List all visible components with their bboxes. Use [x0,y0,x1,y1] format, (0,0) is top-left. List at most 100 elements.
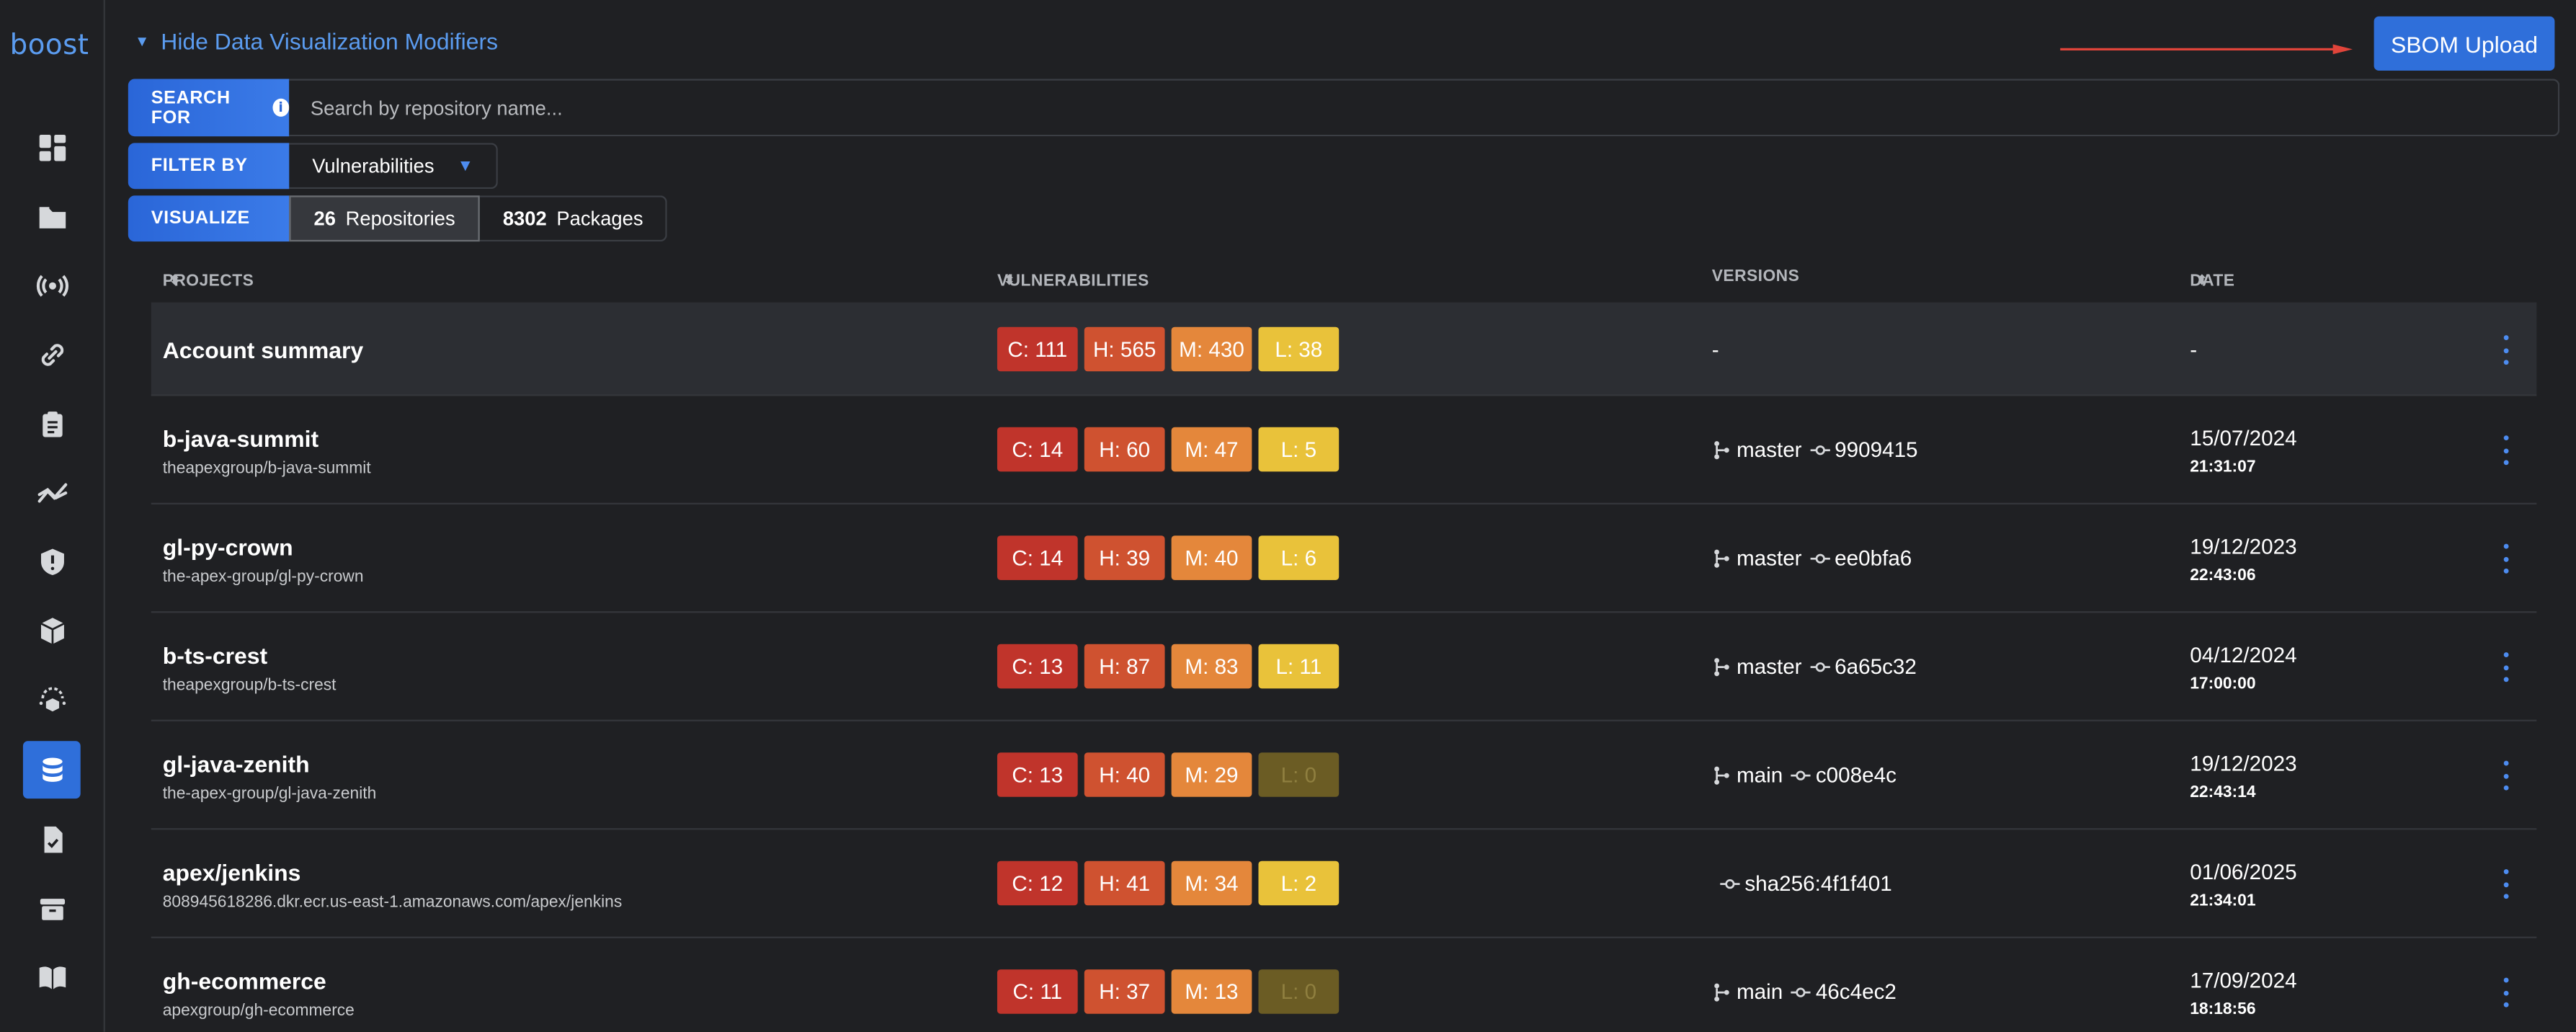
nav-folder[interactable] [23,187,81,245]
table-row[interactable]: b-ts-crest theapexgroup/b-ts-crest C: 13 H:… [151,613,2537,721]
search-for-label: SEARCH FOR i [128,79,290,137]
logo: boost [9,30,89,63]
nav-archive[interactable] [23,879,81,937]
project-path: the-apex-group/gl-py-crown [162,568,364,587]
nav-security[interactable] [23,533,81,590]
broadcast-icon [35,274,68,296]
project-name[interactable]: gl-java-zenith [163,751,310,777]
visualize-row: VISUALIZE 26 Repositories 8302 Packages [128,195,668,242]
badge-low: L: 38 [1258,326,1340,372]
sidebar: boost [0,0,105,1032]
nav-link[interactable] [23,325,81,383]
arrow-right-icon [2060,44,2353,55]
nav-packages[interactable] [23,601,81,659]
badge-high: H: 87 [1084,644,1165,689]
vulnerability-badges: C: 11 H: 37 M: 13 L: 0 [997,969,1340,1014]
nav-dashboard[interactable] [23,118,81,176]
table-row[interactable]: apex/jenkins 808945618286.dkr.ecr.us-east… [151,829,2537,938]
app-root: boost ▼ Hide Data Visualization Modifier… [0,0,2576,1032]
commit: 6a65c32 [1809,654,1917,679]
packages-count: 8302 [502,207,547,231]
row-menu-kebab-icon[interactable] [2497,977,2514,1007]
row-menu-kebab-icon[interactable] [2497,335,2514,365]
nav-trend[interactable] [23,463,81,521]
table-row[interactable]: b-java-summit theapexgroup/b-java-summit C… [151,396,2537,504]
search-field [289,79,2560,137]
badge-critical: C: 13 [997,644,1078,689]
badge-medium: M: 34 [1171,860,1252,906]
version: - [1711,337,1719,362]
nav-clipboard[interactable] [23,394,81,452]
badge-high: H: 60 [1084,427,1165,472]
project-name[interactable]: b-java-summit [163,426,318,452]
caret-down-icon: ▼ [457,156,474,175]
sort-icon: ⬍ [169,272,181,288]
badge-high: H: 565 [1084,326,1165,372]
time: 22:43:14 [2190,783,2256,802]
commit-hash: sha256:4f1f401 [1744,871,1892,896]
nav-database[interactable] [22,741,81,799]
commit-icon [1809,553,1830,563]
row-menu-kebab-icon[interactable] [2497,869,2514,899]
commit-hash: 46c4ec2 [1815,979,1897,1005]
nav-cloud[interactable] [23,670,81,728]
dashboard-icon [38,133,66,161]
branch: master [1712,654,1802,679]
row-menu-kebab-icon[interactable] [2497,760,2514,791]
vulnerability-badges: C: 14 H: 60 M: 47 L: 5 [997,427,1340,472]
branch-icon [1714,657,1729,676]
row-menu-kebab-icon[interactable] [2497,435,2514,466]
segment-packages[interactable]: 8302 Packages [479,195,668,242]
time: 21:31:07 [2190,458,2256,477]
version: main 46c4ec2 [1712,979,1897,1004]
badge-high: H: 41 [1084,860,1165,906]
row-menu-kebab-icon[interactable] [2497,543,2514,574]
commit: 46c4ec2 [1791,979,1897,1004]
project-name[interactable]: gl-py-crown [163,534,293,560]
badge-medium: M: 13 [1171,969,1252,1014]
commit-hash: c008e4c [1815,762,1897,788]
nav-docs[interactable] [23,948,81,1006]
repos-label: Repositories [345,207,455,231]
info-icon[interactable]: i [272,98,290,117]
table-row[interactable]: gl-java-zenith the-apex-group/gl-java-zen… [151,721,2537,830]
commit-hash: ee0bfa6 [1835,545,1912,571]
vulnerability-badges: C: 12 H: 41 M: 34 L: 2 [997,860,1340,906]
filter-row: FILTER BY Vulnerabilities ▼ [128,143,499,190]
badge-low: L: 11 [1258,644,1340,689]
badge-low: L: 2 [1258,860,1340,906]
commit-icon [1720,878,1740,889]
cloud-sync-icon [38,686,66,711]
date: 15/07/2024 [2190,425,2297,450]
table-row-summary[interactable]: Account summary C: 111 H: 565 M: 430 L: … [151,302,2537,396]
nav-broadcast[interactable] [23,257,81,314]
project-name[interactable]: gh-ecommerce [163,968,326,994]
col-vulnerabilities-label: VULNERABILITIES [997,272,1149,291]
branch-icon [1714,982,1729,1001]
trend-icon [37,482,67,502]
file-check-icon [43,825,62,853]
time: 18:18:56 [2190,1000,2256,1019]
segment-repositories[interactable]: 26 Repositories [289,195,480,242]
search-input[interactable] [289,94,2558,121]
badge-critical: C: 13 [997,752,1078,797]
hide-modifiers-toggle[interactable]: ▼ Hide Data Visualization Modifiers [135,28,498,54]
vulnerability-badges: C: 13 H: 40 M: 29 L: 0 [997,752,1340,797]
time: 17:00:00 [2190,675,2256,694]
filter-value: Vulnerabilities [312,154,434,178]
commit-hash: 6a65c32 [1835,654,1917,679]
commit-icon [1791,770,1811,780]
table-row[interactable]: gh-ecommerce apexgroup/gh-ecommerce C: 11 H… [151,938,2537,1032]
branch: main [1712,979,1783,1004]
row-menu-kebab-icon[interactable] [2497,652,2514,682]
filter-select[interactable]: Vulnerabilities ▼ [289,143,499,190]
badge-low: L: 5 [1258,427,1340,472]
project-name[interactable]: b-ts-crest [163,642,267,668]
table-row[interactable]: gl-py-crown the-apex-group/gl-py-crown C: … [151,504,2537,613]
nav-file-check[interactable] [23,810,81,868]
badge-medium: M: 430 [1171,326,1252,372]
project-name[interactable]: apex/jenkins [163,859,301,885]
time: 21:34:01 [2190,892,2256,911]
sbom-upload-button[interactable]: SBOM Upload [2374,16,2555,71]
folder-icon [38,206,66,228]
